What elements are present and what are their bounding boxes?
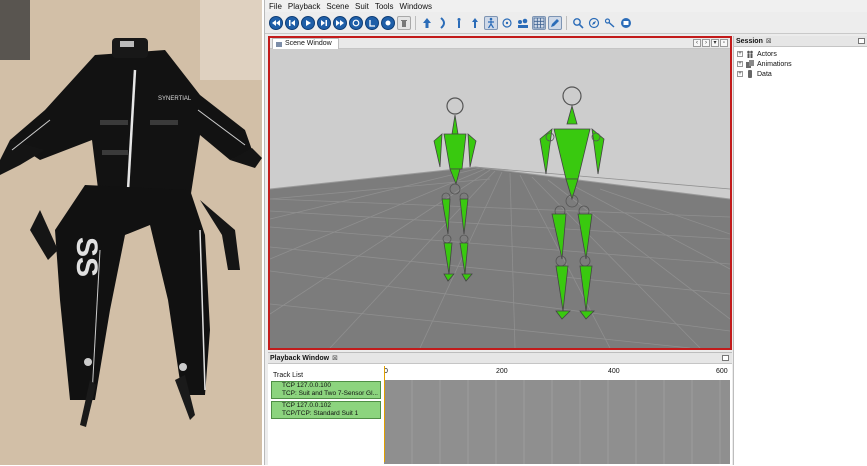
grid-icon[interactable] xyxy=(532,15,546,30)
track-description: TCP/TCP: Standard Suit 1 xyxy=(282,410,359,417)
jacket-logo: SYNERTIAL xyxy=(158,96,192,102)
scene-window-controls: ‹ › ▾ ▫ xyxy=(693,39,728,47)
window-icon xyxy=(276,42,282,47)
scene-viewport[interactable] xyxy=(270,49,730,348)
track-address: TCP 127.0.0.100 xyxy=(282,382,332,389)
expand-icon[interactable]: + xyxy=(737,51,743,57)
playback-window: Playback Window ⊠ Track List 0 200 400 60… xyxy=(268,352,732,465)
track-description: TCP: Suit and Two 7-Sensor Gl... xyxy=(282,390,378,397)
animations-icon xyxy=(746,60,754,68)
menu-tools[interactable]: Tools xyxy=(375,2,394,11)
tree-item-label: Animations xyxy=(757,60,792,68)
tree-item-actors[interactable]: + Actors xyxy=(734,49,867,59)
app-window: File Playback Scene Suit Tools Windows S… xyxy=(264,0,867,465)
toolbar-separator xyxy=(415,15,416,30)
pen-icon[interactable] xyxy=(548,15,562,30)
step-forward-icon[interactable] xyxy=(317,15,331,30)
search-icon[interactable] xyxy=(571,16,585,30)
menu-scene[interactable]: Scene xyxy=(326,2,349,11)
data-icon xyxy=(748,70,752,78)
menu-suit[interactable]: Suit xyxy=(355,2,369,11)
arrow-up-icon[interactable] xyxy=(420,16,434,30)
fast-forward-icon[interactable] xyxy=(333,15,347,30)
scene-3d-render xyxy=(270,49,730,348)
tick-label: 200 xyxy=(496,368,508,375)
step-back-icon[interactable] xyxy=(285,15,299,30)
playback-body: Track List 0 200 400 600 TCP 127.0.0.100… xyxy=(268,364,732,466)
close-icon[interactable]: ⊠ xyxy=(332,355,338,362)
playhead-marker[interactable] xyxy=(384,366,385,462)
stop-icon[interactable] xyxy=(381,15,395,30)
suit-photo-drawing: SYNERTIAL SS xyxy=(0,0,262,465)
tree-item-label: Actors xyxy=(757,50,777,58)
timeline-ruler[interactable]: 0 200 400 600 xyxy=(384,368,730,380)
tree-item-animations[interactable]: + Animations xyxy=(734,59,867,69)
loop-icon[interactable] xyxy=(349,15,363,30)
figure-icon[interactable] xyxy=(452,16,466,30)
timeline-grid xyxy=(411,380,721,464)
skeleton-icon[interactable] xyxy=(484,15,498,30)
toolbar xyxy=(265,12,867,34)
menu-windows[interactable]: Windows xyxy=(400,2,432,11)
figure-up-icon[interactable] xyxy=(468,16,482,30)
expand-icon[interactable]: + xyxy=(737,61,743,67)
nav-right-icon[interactable]: › xyxy=(702,39,710,47)
scene-window-title: Scene Window xyxy=(285,40,332,47)
menu-file[interactable]: File xyxy=(269,2,282,11)
scene-window: Scene Window ‹ › ▾ ▫ xyxy=(268,36,732,350)
track-item[interactable]: TCP 127.0.0.100 TCP: Suit and Two 7-Sens… xyxy=(271,381,381,399)
scene-window-tabbar: Scene Window ‹ › ▾ ▫ xyxy=(270,38,730,49)
close-icon[interactable]: ⊠ xyxy=(766,38,772,45)
rewind-icon[interactable] xyxy=(269,15,283,30)
delete-icon[interactable] xyxy=(397,15,411,30)
timeline-tracks-area[interactable] xyxy=(384,380,730,464)
tracklist-label: Track List xyxy=(273,372,304,379)
print-icon[interactable] xyxy=(619,16,633,30)
tree-item-label: Data xyxy=(757,70,772,78)
track-address: TCP 127.0.0.102 xyxy=(282,402,332,409)
toolbar-separator xyxy=(566,15,567,30)
tab-scene-window[interactable]: Scene Window xyxy=(272,38,339,49)
dropdown-icon[interactable]: ▾ xyxy=(711,39,719,47)
maximize-icon[interactable] xyxy=(858,38,865,44)
track-item[interactable]: TCP 127.0.0.102 TCP/TCP: Standard Suit 1 xyxy=(271,401,381,419)
suit-photo: SYNERTIAL SS xyxy=(0,0,262,465)
menu-playback[interactable]: Playback xyxy=(288,2,320,11)
tick-label: 600 xyxy=(716,368,728,375)
record-icon[interactable] xyxy=(365,15,379,30)
maximize-icon[interactable] xyxy=(722,355,729,361)
expand-icon[interactable]: + xyxy=(737,71,743,77)
link-icon[interactable] xyxy=(603,16,617,30)
maximize-icon[interactable]: ▫ xyxy=(720,39,728,47)
tick-label: 400 xyxy=(608,368,620,375)
session-panel: Session ⊠ + Actors + Animations + Data xyxy=(733,36,867,465)
play-icon[interactable] xyxy=(301,15,315,30)
actors-icon xyxy=(747,50,753,58)
pants-logo: SS xyxy=(70,237,103,277)
session-header: Session ⊠ xyxy=(734,36,867,47)
playback-header: Playback Window ⊠ xyxy=(268,353,732,364)
compass-icon[interactable] xyxy=(587,16,601,30)
group-icon[interactable] xyxy=(516,16,530,30)
menubar: File Playback Scene Suit Tools Windows xyxy=(265,0,867,12)
playback-title: Playback Window xyxy=(270,355,330,362)
session-tree: + Actors + Animations + Data xyxy=(734,47,867,79)
arrow-curve-icon[interactable] xyxy=(436,16,450,30)
tree-item-data[interactable]: + Data xyxy=(734,69,867,79)
session-title: Session xyxy=(736,38,763,45)
target-icon[interactable] xyxy=(500,16,514,30)
nav-left-icon[interactable]: ‹ xyxy=(693,39,701,47)
